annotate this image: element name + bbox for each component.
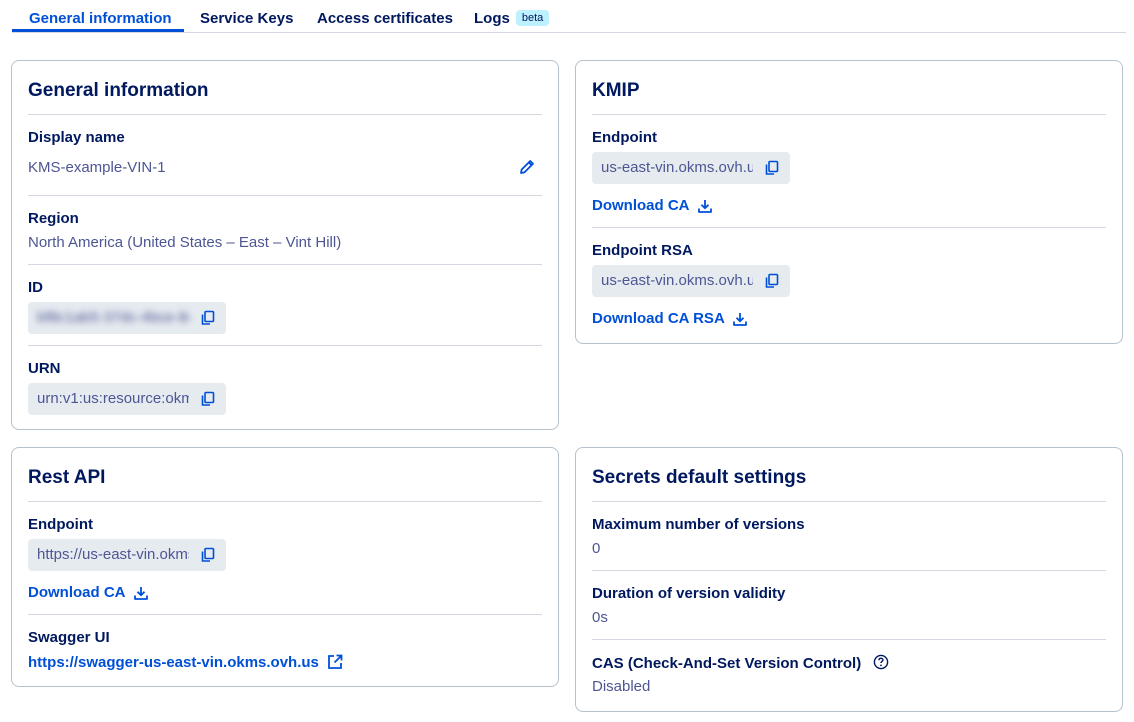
duration-validity-label: Duration of version validity	[592, 585, 786, 602]
card-title: General information	[28, 80, 209, 101]
beta-badge: beta	[515, 10, 550, 26]
rest-download-ca-link[interactable]: Download CA	[28, 584, 149, 601]
download-ca-rsa-link[interactable]: Download CA RSA	[592, 310, 748, 327]
region-label: Region	[28, 210, 79, 227]
kmip-endpoint-clipboard: us-east-vin.okms.ovh.us	[592, 152, 790, 184]
kmip-card: KMIP Endpoint us-east-vin.okms.ovh.us Do…	[575, 60, 1123, 344]
divider	[28, 614, 542, 615]
id-clipboard: bf8c1ab5-37dc-4bce-8d	[28, 302, 226, 334]
general-information-card: General information Display name KMS-exa…	[11, 60, 559, 430]
card-title: Secrets default settings	[592, 467, 807, 488]
copy-icon[interactable]	[200, 391, 216, 407]
id-value: bf8c1ab5-37dc-4bce-8d	[37, 309, 189, 326]
copy-icon[interactable]	[200, 310, 216, 326]
display-name-value: KMS-example-VIN-1	[28, 159, 166, 176]
urn-clipboard: urn:v1:us:resource:okms	[28, 383, 226, 415]
cas-label-text: CAS (Check-And-Set Version Control)	[592, 655, 862, 672]
divider	[28, 114, 542, 115]
duration-validity-value: 0s	[592, 609, 608, 626]
kmip-endpoint-value: us-east-vin.okms.ovh.us	[601, 159, 753, 176]
divider	[28, 195, 542, 196]
urn-label: URN	[28, 360, 61, 377]
cas-label: CAS (Check-And-Set Version Control)	[592, 654, 889, 672]
urn-value: urn:v1:us:resource:okms	[37, 390, 189, 407]
download-ca-rsa-label: Download CA RSA	[592, 310, 725, 327]
id-label: ID	[28, 279, 43, 296]
divider	[592, 114, 1106, 115]
help-circle-icon[interactable]	[873, 654, 889, 670]
divider	[592, 501, 1106, 502]
rest-endpoint-clipboard: https://us-east-vin.okms	[28, 539, 226, 571]
external-link-icon	[327, 654, 343, 669]
download-ca-label: Download CA	[28, 584, 126, 601]
kmip-endpoint-label: Endpoint	[592, 129, 657, 146]
pencil-icon[interactable]	[518, 158, 536, 176]
tab-logs[interactable]: Logs beta	[474, 10, 550, 27]
swagger-ui-label: Swagger UI	[28, 629, 110, 646]
card-title: Rest API	[28, 467, 106, 488]
divider	[592, 570, 1106, 571]
divider	[592, 639, 1106, 640]
download-icon	[697, 199, 712, 213]
tab-bar: General information Service Keys Access …	[12, 0, 1126, 33]
download-icon	[133, 586, 148, 600]
swagger-ui-link[interactable]: https://swagger-us-east-vin.okms.ovh.us	[28, 653, 344, 671]
copy-icon[interactable]	[200, 547, 216, 563]
swagger-ui-url: https://swagger-us-east-vin.okms.ovh.us	[28, 653, 319, 671]
region-value: North America (United States – East – Vi…	[28, 234, 342, 251]
kmip-endpoint-rsa-value: us-east-vin.okms.ovh.us	[601, 272, 753, 289]
card-title: KMIP	[592, 80, 640, 101]
copy-icon[interactable]	[764, 160, 780, 176]
cas-value: Disabled	[592, 678, 651, 695]
divider	[592, 227, 1106, 228]
max-versions-label: Maximum number of versions	[592, 516, 805, 533]
rest-api-card: Rest API Endpoint https://us-east-vin.ok…	[11, 447, 559, 687]
active-tab-indicator	[12, 29, 184, 32]
tab-access-certificates[interactable]: Access certificates	[317, 10, 453, 27]
tab-general-information[interactable]: General information	[29, 10, 172, 27]
divider	[28, 501, 542, 502]
download-ca-link[interactable]: Download CA	[592, 197, 713, 214]
display-name-label: Display name	[28, 129, 125, 146]
kmip-endpoint-rsa-label: Endpoint RSA	[592, 242, 693, 259]
rest-endpoint-value: https://us-east-vin.okms	[37, 546, 189, 563]
rest-endpoint-label: Endpoint	[28, 516, 93, 533]
divider	[28, 345, 542, 346]
max-versions-value: 0	[592, 540, 601, 557]
download-icon	[732, 312, 747, 326]
kmip-endpoint-rsa-clipboard: us-east-vin.okms.ovh.us	[592, 265, 790, 297]
tab-service-keys[interactable]: Service Keys	[200, 10, 293, 27]
secrets-default-settings-card: Secrets default settings Maximum number …	[575, 447, 1123, 712]
divider	[28, 264, 542, 265]
download-ca-label: Download CA	[592, 197, 690, 214]
tab-logs-label: Logs	[474, 10, 510, 27]
copy-icon[interactable]	[764, 273, 780, 289]
